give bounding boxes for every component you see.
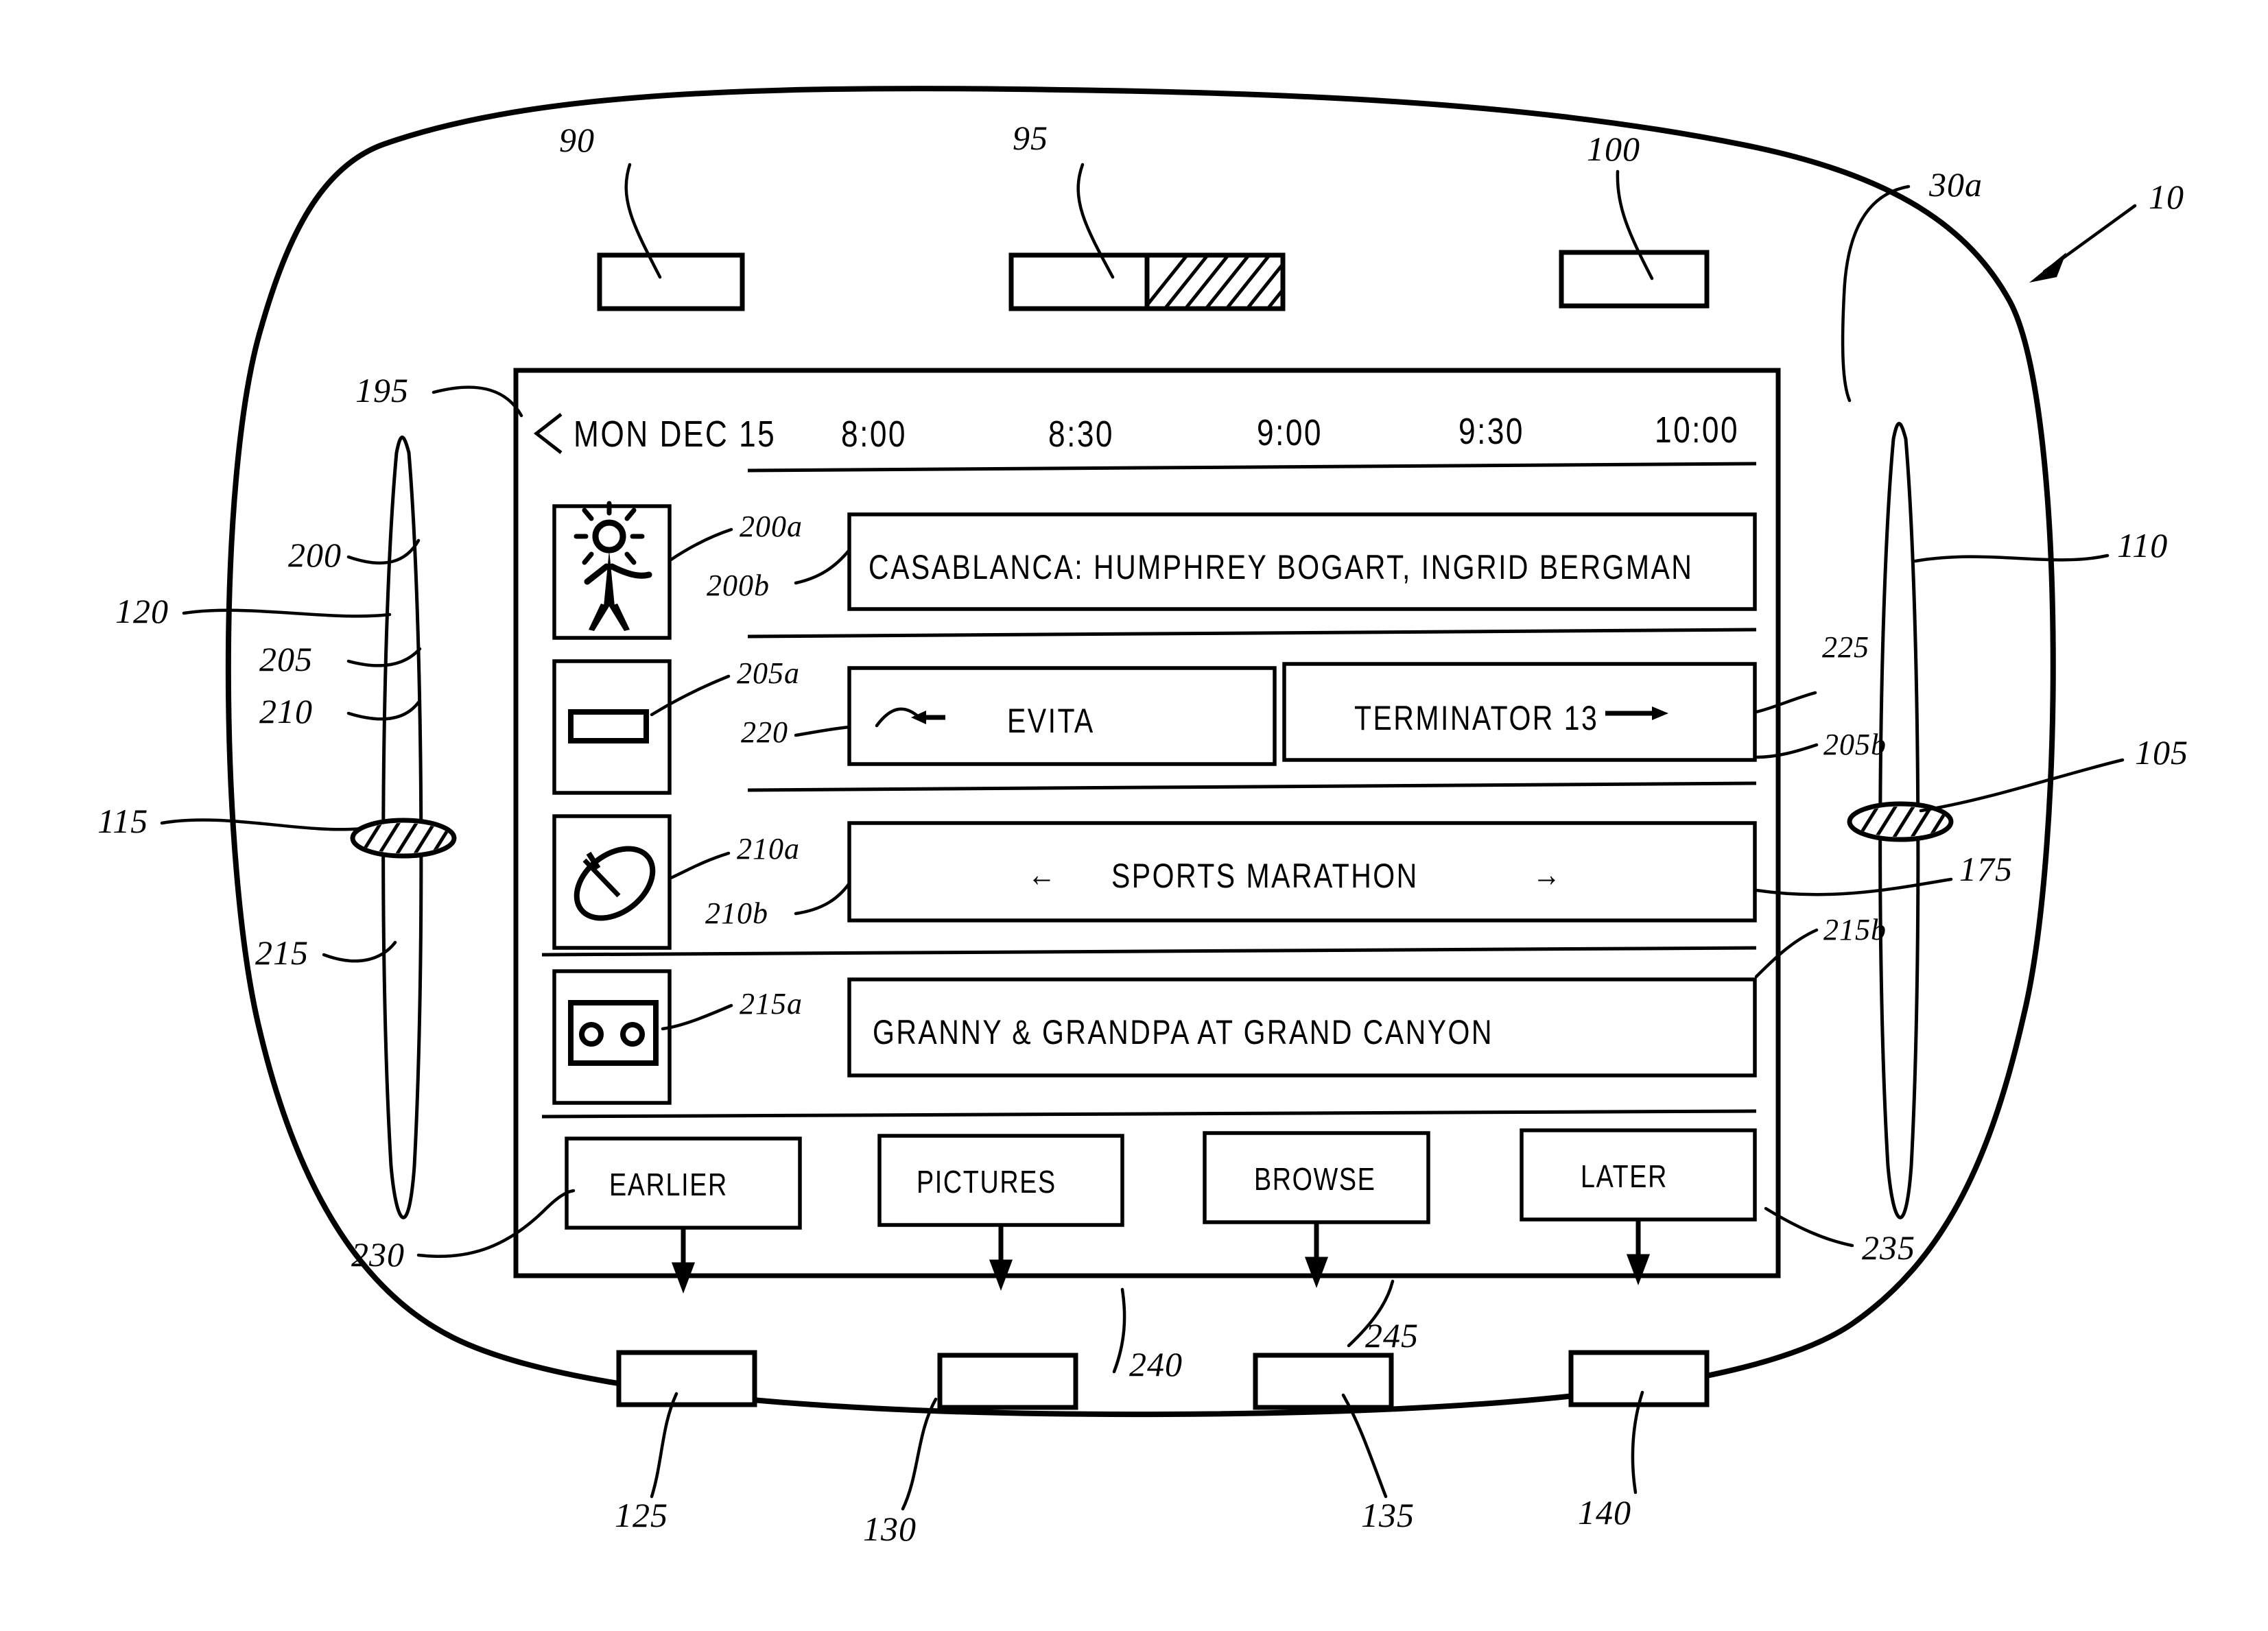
bottom-button-125 <box>616 1350 757 1407</box>
program-granny-grandpa[interactable]: GRANNY & GRANDPA AT GRAND CANYON <box>873 1012 1493 1052</box>
guide-date: MON DEC 15 <box>574 414 777 455</box>
callout-215: 215 <box>255 933 309 972</box>
time-tick-0: 8:00 <box>841 414 908 455</box>
callout-195: 195 <box>355 371 409 409</box>
bottom-button-135 <box>1253 1353 1394 1410</box>
callout-95: 95 <box>1013 119 1048 157</box>
callout-235: 235 <box>1862 1228 1915 1267</box>
program-evita[interactable]: EVITA <box>1007 701 1095 741</box>
program-sports-marathon[interactable]: SPORTS MARATHON <box>1111 856 1419 896</box>
time-tick-2: 9:00 <box>1257 412 1323 453</box>
top-button-90 <box>597 252 745 311</box>
callout-200b: 200b <box>707 569 770 602</box>
callout-230: 230 <box>351 1235 405 1274</box>
callout-205: 205 <box>259 640 313 678</box>
time-tick-1: 8:30 <box>1048 414 1115 455</box>
callout-240: 240 <box>1129 1345 1183 1383</box>
callout-245: 245 <box>1365 1316 1419 1355</box>
callout-90: 90 <box>559 121 595 159</box>
button-label-later[interactable]: LATER <box>1581 1158 1668 1195</box>
callout-125: 125 <box>615 1496 668 1534</box>
callout-135: 135 <box>1361 1496 1415 1534</box>
callout-105: 105 <box>2135 733 2188 772</box>
callout-210a: 210a <box>737 832 800 866</box>
callout-205b: 205b <box>1823 728 1887 761</box>
bottom-button-130 <box>937 1353 1078 1410</box>
button-label-earlier[interactable]: EARLIER <box>609 1166 728 1203</box>
figure-linework <box>160 86 2137 1511</box>
program-terminator[interactable]: TERMINATOR 13 <box>1354 698 1598 738</box>
callout-120: 120 <box>115 592 169 630</box>
sports-arrow-right-icon: → <box>1533 855 1563 894</box>
button-label-browse[interactable]: BROWSE <box>1254 1160 1376 1198</box>
callout-110: 110 <box>2117 526 2169 564</box>
videocassette-icon <box>568 1000 659 1066</box>
callout-205a: 205a <box>737 656 800 690</box>
callout-210b: 210b <box>705 896 768 930</box>
callout-115: 115 <box>97 802 149 840</box>
program-casablanca[interactable]: CASABLANCA: HUMPHREY BOGART, INGRID BERG… <box>869 547 1693 587</box>
callout-225: 225 <box>1822 630 1869 664</box>
time-tick-3: 9:30 <box>1458 411 1525 452</box>
callout-130: 130 <box>863 1510 917 1548</box>
callout-210: 210 <box>259 692 313 730</box>
callout-220: 220 <box>741 715 788 749</box>
time-tick-4: 10:00 <box>1655 409 1740 451</box>
callout-200: 200 <box>288 536 342 574</box>
sports-arrow-left-icon: ← <box>1028 855 1058 894</box>
marquee-bar-icon <box>568 709 649 743</box>
callout-200a: 200a <box>740 510 803 543</box>
callout-175: 175 <box>1959 850 2013 888</box>
callout-215a: 215a <box>740 987 803 1021</box>
button-label-pictures[interactable]: PICTURES <box>917 1163 1056 1200</box>
callout-10: 10 <box>2149 178 2184 216</box>
bottom-button-140 <box>1568 1350 1710 1407</box>
top-button-100 <box>1559 250 1710 309</box>
callout-140: 140 <box>1578 1493 1631 1532</box>
callout-215b: 215b <box>1823 913 1887 947</box>
callout-100: 100 <box>1587 130 1640 168</box>
callout-30a: 30a <box>1929 165 1983 204</box>
patent-figure: 90 95 100 30a 10 195 200 120 205 210 115… <box>0 0 2268 1631</box>
